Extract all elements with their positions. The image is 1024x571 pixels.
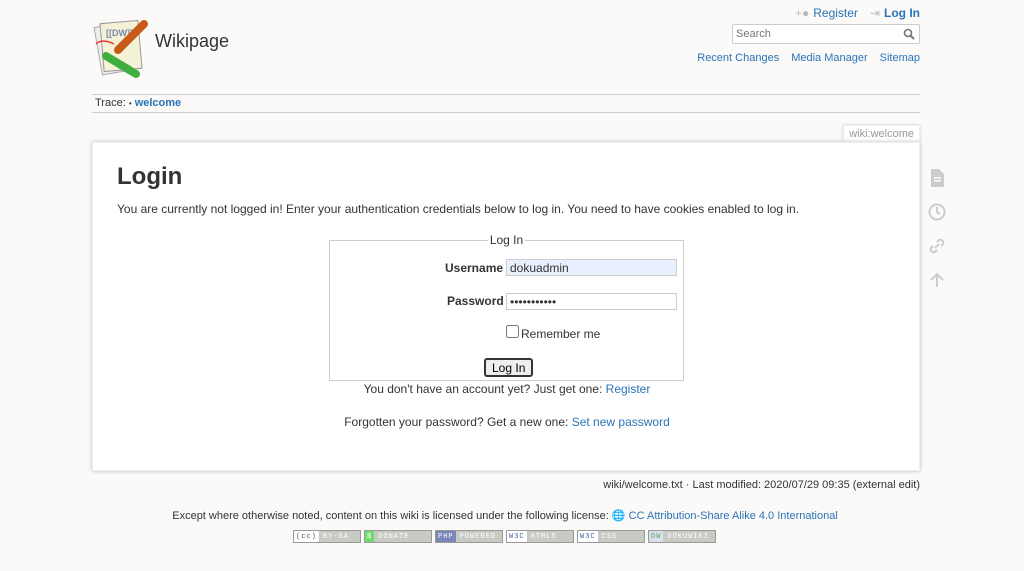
- add-user-icon: +●: [794, 6, 810, 20]
- username-label: Username: [445, 261, 504, 275]
- backlinks-icon[interactable]: [927, 236, 947, 256]
- search-input[interactable]: [732, 24, 920, 44]
- site-tools: Recent Changes Media Manager Sitemap: [697, 52, 920, 64]
- intro-text: You are currently not logged in! Enter y…: [117, 202, 800, 216]
- login-button[interactable]: Log In: [484, 358, 534, 377]
- old-revisions-icon[interactable]: [927, 202, 947, 222]
- doc-info: wiki/welcome.txt · Last modified: 2020/0…: [603, 479, 920, 491]
- cc-by-sa-badge[interactable]: (cc) BY-SA: [293, 530, 361, 543]
- media-manager-link[interactable]: Media Manager: [791, 52, 867, 64]
- remember-me-label[interactable]: Remember me: [521, 327, 600, 341]
- license-link[interactable]: CC Attribution-Share Alike 4.0 Internati…: [629, 510, 838, 522]
- page-title: Login: [117, 163, 183, 190]
- search-icon[interactable]: [903, 28, 915, 40]
- header: [[DW]] Wikipage +●Register ⇥Log In Recen…: [92, 0, 920, 95]
- password-label: Password: [447, 294, 504, 308]
- license-info: Except where otherwise noted, content on…: [172, 510, 838, 522]
- site-title[interactable]: Wikipage: [155, 31, 229, 52]
- login-link[interactable]: ⇥ Log In: [870, 6, 920, 20]
- set-new-password-link[interactable]: Set new password: [572, 415, 670, 429]
- w3c-css-badge[interactable]: W3C CSS: [577, 530, 645, 543]
- footer-badges: (cc) BY-SA $ DONATE PHP POWERED W3C HTML5 W3…: [293, 530, 716, 543]
- breadcrumb-welcome[interactable]: welcome: [135, 97, 181, 109]
- register-link[interactable]: +● Register: [795, 6, 858, 20]
- dokuwiki-logo[interactable]: [[DW]]: [92, 18, 150, 78]
- page-content: Login You are currently not logged in! E…: [92, 142, 920, 471]
- recent-changes-link[interactable]: Recent Changes: [697, 52, 779, 64]
- page-tools: [927, 168, 947, 290]
- page-id: wiki:welcome: [843, 125, 920, 142]
- breadcrumb: Trace: • welcome: [92, 94, 920, 113]
- register-link-body[interactable]: Register: [606, 382, 651, 396]
- php-powered-badge[interactable]: PHP POWERED: [435, 530, 503, 543]
- login-legend: Log In: [489, 233, 524, 247]
- password-field[interactable]: [506, 293, 677, 310]
- remember-me-checkbox[interactable]: [506, 325, 519, 338]
- register-hint: You don't have an account yet? Just get …: [363, 382, 651, 396]
- login-icon: ⇥: [869, 6, 880, 20]
- cc-icon: 🌐: [611, 510, 626, 522]
- back-to-top-icon[interactable]: [927, 270, 947, 290]
- user-tools: +● Register ⇥ Log In: [795, 6, 920, 20]
- w3c-html5-badge[interactable]: W3C HTML5: [506, 530, 574, 543]
- login-form: Log In Username Password Remember me Log…: [329, 233, 684, 381]
- forgot-hint: Forgotten your password? Get a new one: …: [344, 415, 670, 429]
- dokuwiki-badge[interactable]: DW DOKUWIKI: [648, 530, 716, 543]
- donate-badge[interactable]: $ DONATE: [364, 530, 432, 543]
- sitemap-link[interactable]: Sitemap: [880, 52, 920, 64]
- username-field[interactable]: [506, 259, 677, 276]
- show-page-icon[interactable]: [927, 168, 947, 188]
